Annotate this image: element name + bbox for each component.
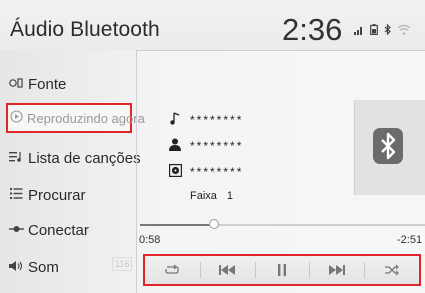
connect-icon: [8, 223, 24, 237]
progress-knob[interactable]: [209, 219, 219, 229]
remaining-time: -2:51: [397, 234, 423, 246]
repeat-button[interactable]: [145, 256, 200, 284]
signal-icon: [354, 27, 367, 38]
album-art-tile: [354, 100, 425, 195]
artist-icon: [168, 138, 182, 154]
sidebar-item-fonte[interactable]: Fonte: [8, 69, 66, 99]
sidebar-item-label: Lista de canções: [28, 149, 141, 167]
track-label: Faixa: [190, 190, 217, 202]
pause-button[interactable]: [254, 256, 310, 284]
shuffle-button[interactable]: [364, 256, 419, 284]
music-note-icon: [168, 112, 182, 128]
track-number: Faixa 1: [190, 190, 233, 202]
sidebar-item-label: Fonte: [28, 75, 67, 93]
artist-row: ********: [168, 138, 243, 154]
playback-controls: [143, 254, 421, 286]
song-list-icon: [8, 151, 24, 166]
next-button[interactable]: [309, 256, 364, 284]
sidebar-item-conectar[interactable]: Conectar: [8, 215, 89, 245]
sidebar-item-reproduzindo-agora[interactable]: Reproduzindo agora: [6, 103, 145, 133]
bluetooth-icon: [384, 23, 395, 38]
sidebar-item-procurar[interactable]: Procurar: [8, 180, 86, 210]
repeat-icon: [165, 264, 180, 274]
browse-icon: [8, 188, 24, 202]
page-title: Áudio Bluetooth: [10, 18, 160, 41]
speaker-icon: [8, 260, 24, 275]
sidebar-item-som[interactable]: Som: [8, 252, 59, 282]
battery-icon: [369, 24, 381, 38]
sidebar-item-label: Som: [28, 258, 59, 276]
sidebar: Fonte Reproduzindo agora Lista de cançõe…: [0, 50, 145, 293]
song-title-row: ********: [168, 112, 243, 128]
song-title: ********: [190, 113, 244, 127]
watermark: 116: [112, 257, 133, 271]
sidebar-item-label: Reproduzindo agora: [27, 110, 145, 126]
status-bar: [354, 23, 414, 38]
elapsed-time: 0:58: [139, 234, 161, 246]
header: Áudio Bluetooth 2:36: [0, 0, 425, 51]
progress-fill: [140, 224, 214, 226]
previous-icon: [219, 265, 236, 275]
album-name: ********: [190, 165, 244, 179]
album-row: ********: [168, 164, 243, 180]
sidebar-item-label: Procurar: [28, 186, 86, 204]
artist-name: ********: [190, 139, 244, 153]
track-number-value: 1: [226, 190, 234, 202]
clock: 2:36: [282, 12, 343, 47]
source-icon: [8, 77, 24, 92]
shuffle-icon: [384, 264, 399, 276]
sidebar-divider: [136, 50, 137, 293]
sidebar-item-lista-de-cancoes[interactable]: Lista de canções: [8, 143, 141, 173]
album-icon: [168, 164, 182, 180]
play-circle-icon: [10, 110, 23, 126]
previous-button[interactable]: [199, 256, 255, 284]
sidebar-item-label: Conectar: [28, 221, 89, 239]
bluetooth-logo-icon: [373, 128, 403, 164]
bluetooth-audio-screen: Áudio Bluetooth 2:36 Fonte Reproduzindo …: [0, 0, 425, 293]
pause-icon: [277, 264, 286, 276]
next-icon: [328, 265, 345, 275]
wifi-icon: [397, 24, 411, 38]
